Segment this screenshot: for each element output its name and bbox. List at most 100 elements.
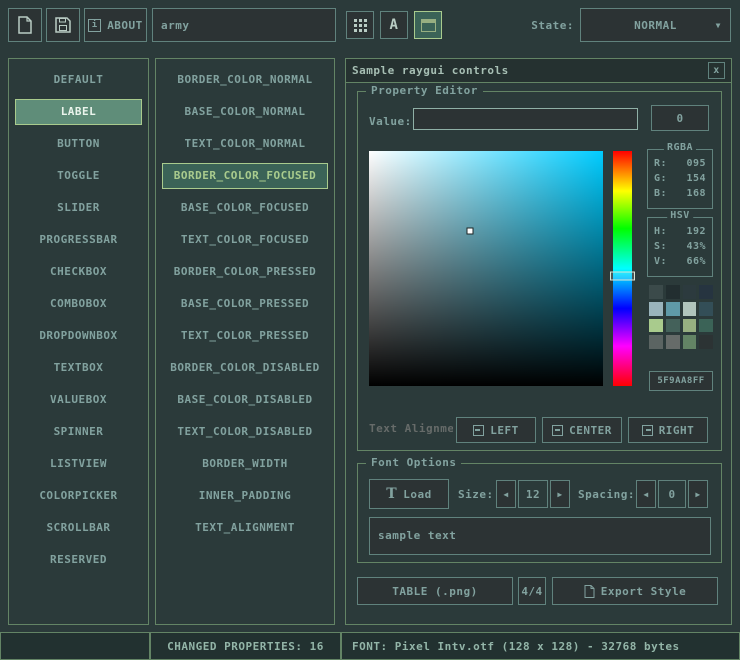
list-item-spinner[interactable]: SPINNER [15, 419, 142, 445]
palette-swatch[interactable] [699, 319, 713, 333]
list-item-base-color-focused[interactable]: BASE_COLOR_FOCUSED [162, 195, 328, 221]
grid-icon [354, 19, 367, 32]
hue-slider-handle[interactable] [610, 272, 635, 281]
table-png-button[interactable]: TABLE (.png) [357, 577, 513, 605]
list-item-border-width[interactable]: BORDER_WIDTH [162, 451, 328, 477]
palette-swatch[interactable] [683, 319, 697, 333]
statusbar-changed-properties: CHANGED PROPERTIES: 16 [150, 632, 341, 660]
list-item-label[interactable]: LABEL [15, 99, 142, 125]
state-label: State: [490, 8, 574, 42]
palette-swatch[interactable] [666, 319, 680, 333]
style-name-input[interactable] [152, 8, 336, 42]
list-item-scrollbar[interactable]: SCROLLBAR [15, 515, 142, 541]
spacing-value[interactable]: 0 [658, 480, 686, 508]
palette-swatch[interactable] [699, 285, 713, 299]
list-item-colorpicker[interactable]: COLORPICKER [15, 483, 142, 509]
align-center-label: CENTER [569, 424, 612, 437]
list-item-slider[interactable]: SLIDER [15, 195, 142, 221]
close-button[interactable]: x [708, 62, 725, 79]
list-item-toggle[interactable]: TOGGLE [15, 163, 142, 189]
list-item-base-color-pressed[interactable]: BASE_COLOR_PRESSED [162, 291, 328, 317]
list-item-base-color-disabled[interactable]: BASE_COLOR_DISABLED [162, 387, 328, 413]
size-decrease-button[interactable]: ◀ [496, 480, 516, 508]
list-item-textbox[interactable]: TEXTBOX [15, 355, 142, 381]
list-item-text-color-normal[interactable]: TEXT_COLOR_NORMAL [162, 131, 328, 157]
font-load-button[interactable]: T Load [369, 479, 449, 509]
export-counter-box[interactable]: 4/4 [518, 577, 546, 605]
list-item-dropdownbox[interactable]: DROPDOWNBOX [15, 323, 142, 349]
window-titlebar[interactable]: Sample raygui controls x [346, 59, 731, 83]
palette-swatch[interactable] [649, 319, 663, 333]
state-dropdown-value: NORMAL [634, 19, 677, 32]
color-cursor[interactable] [466, 227, 473, 234]
list-item-base-color-normal[interactable]: BASE_COLOR_NORMAL [162, 99, 328, 125]
list-item-checkbox[interactable]: CHECKBOX [15, 259, 142, 285]
style-color-palette [649, 285, 713, 349]
size-value[interactable]: 12 [518, 480, 548, 508]
grid-mode-button[interactable] [346, 11, 374, 39]
list-item-text-alignment[interactable]: TEXT_ALIGNMENT [162, 515, 328, 541]
about-button[interactable]: i ABOUT [84, 8, 147, 42]
red-label: R: [654, 156, 667, 171]
statusbar-left-segment [0, 632, 150, 660]
palette-swatch[interactable] [683, 302, 697, 316]
list-item-border-color-pressed[interactable]: BORDER_COLOR_PRESSED [162, 259, 328, 285]
list-item-text-color-focused[interactable]: TEXT_COLOR_FOCUSED [162, 227, 328, 253]
window-icon [421, 19, 436, 32]
palette-swatch[interactable] [666, 285, 680, 299]
font-mode-button[interactable]: A [380, 11, 408, 39]
list-item-inner-padding[interactable]: INNER_PADDING [162, 483, 328, 509]
palette-swatch[interactable] [649, 335, 663, 349]
align-left-button[interactable]: LEFT [456, 417, 536, 443]
export-style-button[interactable]: Export Style [552, 577, 718, 605]
text-alignment-label: Text Alignme [369, 422, 453, 435]
list-item-combobox[interactable]: COMBOBOX [15, 291, 142, 317]
hsv-val-row: V: 66% [654, 254, 706, 269]
new-file-icon [17, 16, 33, 34]
color-panel[interactable] [369, 151, 603, 386]
export-file-icon [584, 585, 595, 598]
window-mode-button[interactable] [414, 11, 442, 39]
align-center-button[interactable]: CENTER [542, 417, 622, 443]
palette-swatch[interactable] [649, 302, 663, 316]
list-item-border-color-focused[interactable]: BORDER_COLOR_FOCUSED [162, 163, 328, 189]
list-item-reserved[interactable]: RESERVED [15, 547, 142, 573]
palette-swatch[interactable] [683, 335, 697, 349]
controls-list: DEFAULT LABEL BUTTON TOGGLE SLIDER PROGR… [8, 58, 149, 625]
state-dropdown[interactable]: NORMAL ▼ [580, 8, 731, 42]
list-item-border-color-normal[interactable]: BORDER_COLOR_NORMAL [162, 67, 328, 93]
value-counter-box[interactable]: 0 [651, 105, 709, 131]
size-increase-button[interactable]: ▶ [550, 480, 570, 508]
spacing-increase-button[interactable]: ▶ [688, 480, 708, 508]
font-options-group-label: Font Options [366, 456, 461, 469]
list-item-listview[interactable]: LISTVIEW [15, 451, 142, 477]
list-item-text-color-pressed[interactable]: TEXT_COLOR_PRESSED [162, 323, 328, 349]
hue-bar[interactable] [613, 151, 632, 386]
palette-swatch[interactable] [699, 302, 713, 316]
list-item-text-color-disabled[interactable]: TEXT_COLOR_DISABLED [162, 419, 328, 445]
list-item-border-color-disabled[interactable]: BORDER_COLOR_DISABLED [162, 355, 328, 381]
green-label: G: [654, 171, 667, 186]
palette-swatch[interactable] [699, 335, 713, 349]
save-button[interactable] [46, 8, 80, 42]
hex-value-box[interactable]: 5F9AA8FF [649, 371, 713, 391]
letter-a-icon: A [390, 17, 399, 33]
list-item-valuebox[interactable]: VALUEBOX [15, 387, 142, 413]
size-label: Size: [458, 488, 494, 501]
spacing-decrease-button[interactable]: ◀ [636, 480, 656, 508]
list-item-default[interactable]: DEFAULT [15, 67, 142, 93]
value-input[interactable] [413, 108, 638, 130]
rgba-group-label: RGBA [664, 142, 696, 153]
palette-swatch[interactable] [666, 302, 680, 316]
new-file-button[interactable] [8, 8, 42, 42]
align-right-button[interactable]: RIGHT [628, 417, 708, 443]
sample-text-input[interactable]: sample text [369, 517, 711, 555]
value-label: Value: [369, 115, 412, 128]
list-item-progressbar[interactable]: PROGRESSBAR [15, 227, 142, 253]
rguistyler-app: i ABOUT A State: NORMAL ▼ DEFAULT LABEL … [0, 0, 740, 660]
list-item-button[interactable]: BUTTON [15, 131, 142, 157]
palette-swatch[interactable] [683, 285, 697, 299]
val-value: 66% [686, 254, 706, 269]
palette-swatch[interactable] [666, 335, 680, 349]
palette-swatch[interactable] [649, 285, 663, 299]
